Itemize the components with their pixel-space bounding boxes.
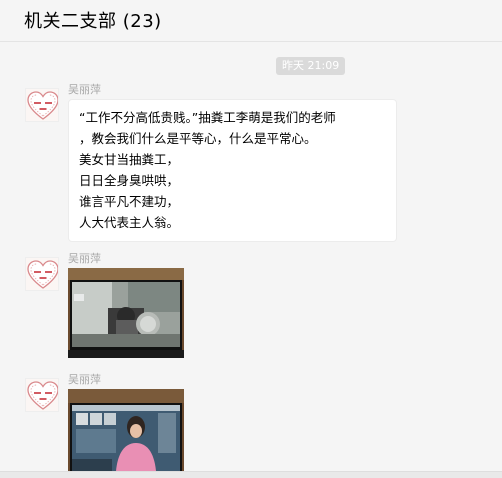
- image-thumbnail: [68, 389, 184, 471]
- message-text-line: ，教会我们什么是平等心，什么是平常心。: [79, 131, 317, 146]
- message-text-line: 美女甘当抽粪工，: [79, 152, 180, 167]
- message-text-line: 谁言平凡不建功，: [79, 194, 180, 209]
- sender-avatar[interactable]: [25, 378, 59, 412]
- sender-name: 吴丽萍: [68, 252, 101, 265]
- sender-name: 吴丽萍: [68, 373, 101, 386]
- timestamp-badge: 昨天 21:09: [276, 57, 346, 75]
- message-list[interactable]: 昨天 21:09 吴丽萍 “工作不分高低贵贱。”抽粪工李萌是我们的老师 ，教会我…: [0, 43, 502, 471]
- message-bubble[interactable]: “工作不分高低贵贱。”抽粪工李萌是我们的老师 ，教会我们什么是平等心，什么是平常…: [68, 99, 397, 242]
- message-image[interactable]: [68, 268, 184, 358]
- sender-name: 吴丽萍: [68, 83, 101, 96]
- image-thumbnail: [68, 268, 184, 358]
- chat-title[interactable]: 机关二支部 (23): [24, 7, 162, 33]
- sender-avatar[interactable]: [25, 88, 59, 122]
- heart-avatar-icon: [26, 89, 58, 121]
- message-image[interactable]: [68, 389, 184, 471]
- chat-header: 机关二支部 (23): [0, 0, 502, 42]
- heart-avatar-icon: [26, 379, 58, 411]
- heart-avatar-icon: [26, 258, 58, 290]
- message-text-line: 日日全身臭哄哄，: [79, 173, 180, 188]
- input-area-edge: [0, 471, 502, 478]
- message-text-line: 人大代表主人翁。: [79, 215, 180, 230]
- message-text-line: “工作不分高低贵贱。”抽粪工李萌是我们的老师: [79, 110, 336, 125]
- sender-avatar[interactable]: [25, 257, 59, 291]
